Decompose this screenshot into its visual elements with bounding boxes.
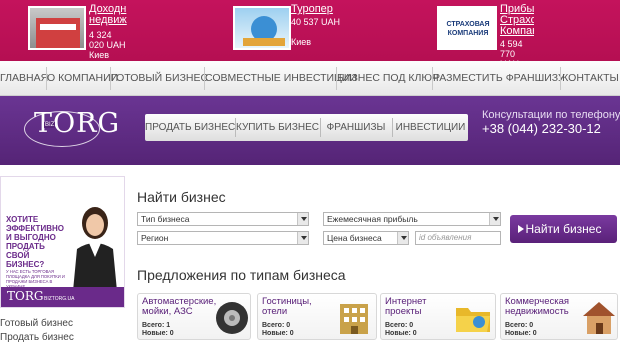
category-new: Новые: 0 [385, 330, 417, 337]
main-menu: ГЛАВНАЯ О КОМПАНИИ ГОТОВЫЙ БИЗНЕС СОВМЕС… [0, 61, 620, 96]
phone-number[interactable]: +38 (044) 232-30-12 [482, 121, 601, 136]
chevron-down-icon [397, 232, 408, 244]
nav-sell-business[interactable]: ПРОДАТЬ БИЗНЕС [145, 114, 235, 141]
region-value: Регион [141, 233, 169, 243]
menu-item-contacts[interactable]: КОНТАКТЫ [561, 61, 620, 96]
nav-investments[interactable]: ИНВЕСТИЦИИ [393, 114, 468, 141]
listing-photo-caption: СТРАХОВАЯ КОМПАНИЯ [446, 21, 490, 37]
category-card[interactable]: Интернет проекты Всего: 0 Новые: 0 [380, 293, 496, 340]
category-name[interactable]: Гостиницы, отели [262, 297, 330, 317]
consult-label: Консультации по телефону: [482, 109, 620, 121]
sell-business-banner[interactable]: ХОТИТЕ ЭФФЕКТИВНО И ВЫГОДНО ПРОДАТЬ СВОЙ… [0, 176, 125, 308]
monthly-profit-select[interactable]: Ежемесячная прибыль [323, 212, 501, 226]
featured-listing[interactable]: СТРАХОВАЯ КОМПАНИЯ Прибыл Страхов Компан… [437, 4, 617, 69]
listing-price: 40 537 UAH [291, 17, 341, 27]
category-new: Новые: 0 [142, 330, 174, 337]
listing-title[interactable]: Прибыл Страхов Компан [500, 4, 534, 38]
menu-item-place-franchise[interactable]: РАЗМЕСТИТЬ ФРАНШИЗУ [433, 61, 565, 96]
listing-photo[interactable] [28, 6, 86, 50]
banner-text: У НАС ЕСТЬ ТОРГОВАЯ ПЛОЩАДКА ДЛЯ ПОКУПКИ… [6, 269, 65, 289]
listing-title[interactable]: Туропер [291, 4, 341, 15]
listing-title[interactable]: Доходн недвиж [89, 4, 129, 28]
featured-listing[interactable]: Доходн недвиж 4 324 020 UAH Киев [28, 4, 198, 60]
business-nav: ПРОДАТЬ БИЗНЕС КУПИТЬ БИЗНЕС ФРАНШИЗЫ ИН… [145, 114, 468, 141]
featured-listing[interactable]: Туропер 40 537 UAH Киев [233, 4, 403, 60]
chevron-down-icon [489, 213, 500, 225]
category-card[interactable]: Гостиницы, отели Всего: 0 Новые: 0 [257, 293, 377, 340]
menu-item-ready-business[interactable]: ГОТОВЫЙ БИЗНЕС [111, 61, 208, 96]
region-select[interactable]: Регион [137, 231, 309, 245]
category-new: Новые: 0 [262, 330, 294, 337]
price-select[interactable]: Цена бизнеса [323, 231, 409, 245]
category-card[interactable]: Автомастерские, мойки, АЗС Всего: 1 Новы… [137, 293, 251, 340]
banner-brand: TORG [7, 289, 44, 303]
nav-franchises[interactable]: ФРАНШИЗЫ [321, 114, 391, 141]
category-name[interactable]: Автомастерские, мойки, АЗС [142, 297, 216, 317]
featured-listings-bar: Доходн недвиж 4 324 020 UAH Киев Туропер… [0, 0, 620, 69]
listing-photo[interactable]: СТРАХОВАЯ КОМПАНИЯ [437, 6, 497, 50]
listing-city: Киев [291, 37, 312, 47]
left-nav-ready-business[interactable]: Готовый бизнес [0, 317, 125, 331]
menu-item-turnkey-business[interactable]: БИЗНЕС ПОД КЛЮЧ [337, 61, 439, 96]
nav-buy-business[interactable]: КУПИТЬ БИЗНЕС [236, 114, 319, 141]
menu-item-joint-investments[interactable]: СОВМЕСТНЫЕ ИНВЕСТИЦИИ [205, 61, 357, 96]
listing-price: 4 324 020 UAH [89, 30, 126, 50]
listing-id-input[interactable]: id объявления [415, 231, 501, 245]
category-name[interactable]: Коммерческая недвижимость [505, 297, 579, 317]
hotel-icon [340, 304, 368, 334]
site-header: TORG BIZ ПРОДАТЬ БИЗНЕС КУПИТЬ БИЗНЕС ФР… [0, 96, 620, 165]
listing-photo[interactable] [233, 6, 291, 50]
category-total: Всего: 0 [262, 322, 291, 329]
category-total: Всего: 0 [505, 322, 534, 329]
search-title: Найти бизнес [137, 189, 226, 205]
woman-photo [73, 207, 117, 291]
category-total: Всего: 1 [142, 322, 171, 329]
business-type-select[interactable]: Тип бизнеса [137, 212, 309, 226]
category-new: Новые: 0 [505, 330, 537, 337]
left-nav: Готовый бизнес Продать бизнес [0, 317, 125, 345]
site-logo[interactable]: TORG BIZ [22, 106, 119, 152]
menu-item-home[interactable]: ГЛАВНАЯ [0, 61, 48, 96]
price-value: Цена бизнеса [327, 233, 382, 243]
chevron-down-icon [297, 213, 308, 225]
category-name[interactable]: Интернет проекты [385, 297, 445, 317]
monthly-profit-value: Ежемесячная прибыль [327, 214, 418, 224]
folder-icon [456, 308, 490, 332]
banner-headline: ХОТИТЕ ЭФФЕКТИВНО И ВЫГОДНО ПРОДАТЬ СВОЙ… [6, 215, 64, 269]
house-icon [583, 302, 615, 334]
listing-city: Киев [89, 50, 110, 60]
menu-item-about[interactable]: О КОМПАНИИ [47, 61, 118, 96]
business-type-value: Тип бизнеса [141, 214, 190, 224]
category-card[interactable]: Коммерческая недвижимость Всего: 0 Новые… [500, 293, 618, 340]
chevron-down-icon [297, 232, 308, 244]
tire-icon [216, 302, 248, 334]
banner-site: BIZTORG.UA [44, 296, 75, 302]
logo-sub: BIZ [44, 122, 56, 128]
offers-title: Предложения по типам бизнеса [137, 267, 346, 283]
category-total: Всего: 0 [385, 322, 414, 329]
find-business-button[interactable]: Найти бизнес [510, 215, 617, 243]
